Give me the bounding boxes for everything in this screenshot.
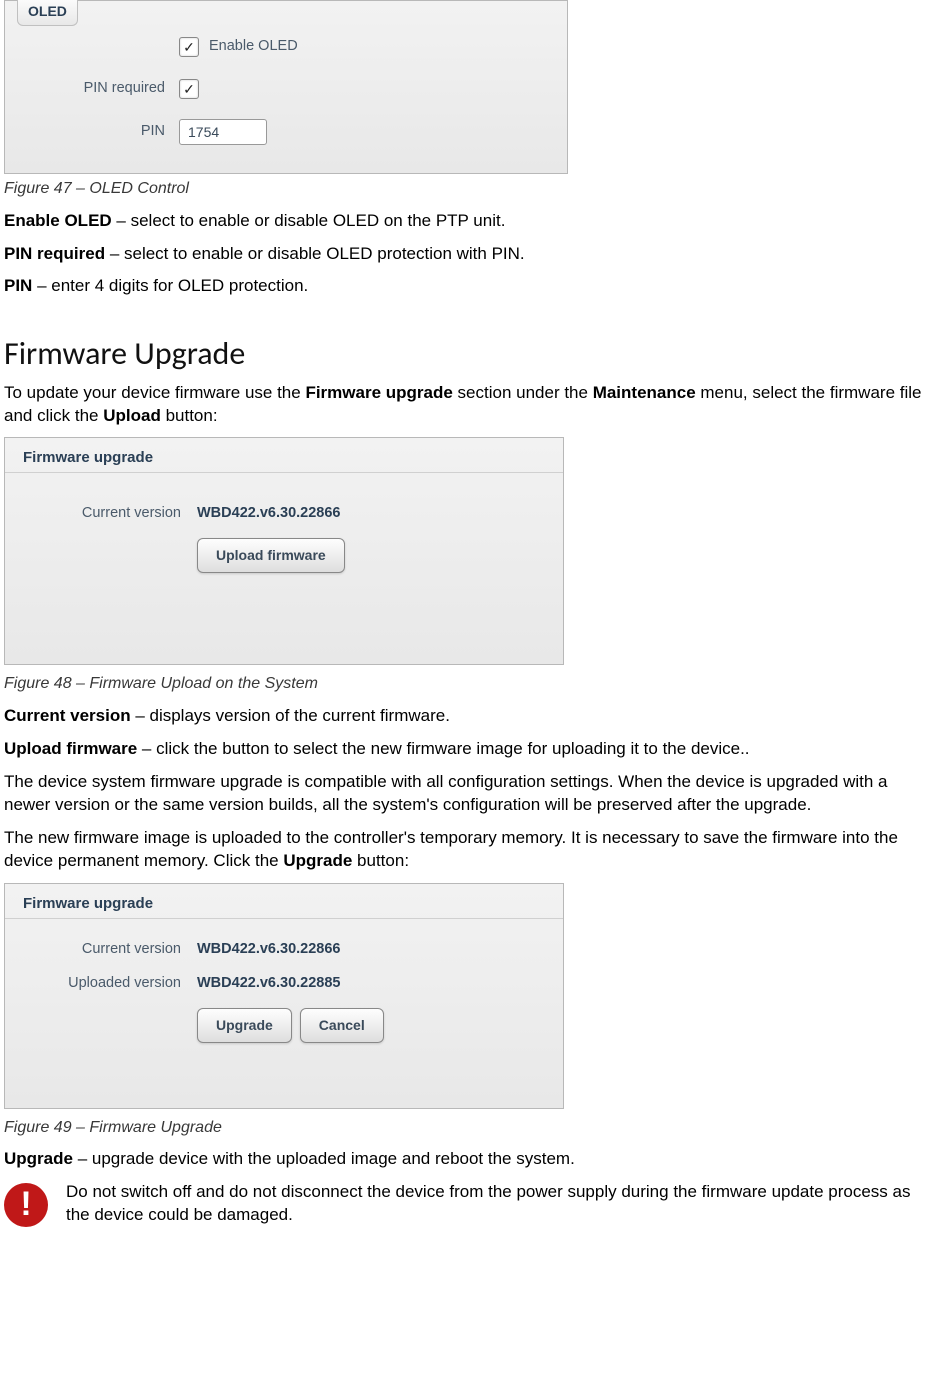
fw-intro-text-4: button: xyxy=(161,406,218,425)
pin-required-checkbox[interactable]: ✓ xyxy=(179,79,199,99)
current-version-value-2: WBD422.v6.30.22866 xyxy=(197,940,341,960)
firmware-intro-paragraph: To update your device firmware use the F… xyxy=(4,382,933,428)
temp-bold-1: Upgrade xyxy=(283,851,352,870)
figure-49-panel: Firmware upgrade Current version WBD422.… xyxy=(4,883,564,1109)
temp-memory-paragraph: The new firmware image is uploaded to th… xyxy=(4,827,933,873)
firmware-upgrade-panel-title-2: Firmware upgrade xyxy=(23,894,153,914)
firmware-upgrade-heading: Firmware Upgrade xyxy=(4,332,933,375)
figure-48-panel: Firmware upgrade Current version WBD422.… xyxy=(4,437,564,665)
upgrade-button[interactable]: Upgrade xyxy=(197,1008,292,1043)
warning-block: ! Do not switch off and do not disconnec… xyxy=(4,1181,933,1227)
upload-firmware-button[interactable]: Upload firmware xyxy=(197,538,345,573)
pin-required-label: PIN required xyxy=(5,79,179,99)
oled-panel-title: OLED xyxy=(17,0,78,26)
current-version-term: Current version xyxy=(4,706,131,725)
compat-paragraph: The device system firmware upgrade is co… xyxy=(4,771,933,817)
pin-desc: – enter 4 digits for OLED protection. xyxy=(32,276,308,295)
fw-intro-bold-2: Maintenance xyxy=(593,383,696,402)
upload-firmware-term: Upload firmware xyxy=(4,739,137,758)
cancel-button[interactable]: Cancel xyxy=(300,1008,384,1043)
figure-48-caption: Figure 48 – Firmware Upload on the Syste… xyxy=(4,673,937,695)
pin-required-definition: PIN required – select to enable or disab… xyxy=(4,243,933,266)
enable-oled-checkbox[interactable]: ✓ xyxy=(179,37,199,57)
fw-intro-text-2: section under the xyxy=(453,383,593,402)
figure-49-caption: Figure 49 – Firmware Upgrade xyxy=(4,1117,937,1139)
enable-oled-label: Enable OLED xyxy=(199,37,298,57)
figure-47-panel: OLED ✓ Enable OLED PIN required ✓ PIN xyxy=(4,0,568,174)
pin-label: PIN xyxy=(5,122,179,142)
current-version-desc: – displays version of the current firmwa… xyxy=(131,706,450,725)
warning-text: Do not switch off and do not disconnect … xyxy=(66,1181,933,1227)
enable-oled-term: Enable OLED xyxy=(4,211,112,230)
current-version-definition: Current version – displays version of th… xyxy=(4,705,933,728)
upgrade-term: Upgrade xyxy=(4,1149,73,1168)
upload-firmware-desc: – click the button to select the new fir… xyxy=(137,739,749,758)
pin-required-term: PIN required xyxy=(4,244,105,263)
enable-oled-definition: Enable OLED – select to enable or disabl… xyxy=(4,210,933,233)
warning-icon: ! xyxy=(4,1183,48,1227)
pin-input[interactable] xyxy=(179,119,267,145)
panel-divider-2 xyxy=(5,918,563,919)
upload-firmware-definition: Upload firmware – click the button to se… xyxy=(4,738,933,761)
current-version-value: WBD422.v6.30.22866 xyxy=(197,504,341,524)
enable-oled-desc: – select to enable or disable OLED on th… xyxy=(112,211,506,230)
pin-required-desc: – select to enable or disable OLED prote… xyxy=(105,244,525,263)
upgrade-desc: – upgrade device with the uploaded image… xyxy=(73,1149,575,1168)
pin-definition: PIN – enter 4 digits for OLED protection… xyxy=(4,275,933,298)
uploaded-version-label: Uploaded version xyxy=(5,974,197,994)
figure-47-caption: Figure 47 – OLED Control xyxy=(4,178,937,200)
temp-text-2: button: xyxy=(352,851,409,870)
uploaded-version-value: WBD422.v6.30.22885 xyxy=(197,974,341,994)
firmware-upgrade-panel-title: Firmware upgrade xyxy=(23,448,153,468)
fw-intro-bold-3: Upload xyxy=(103,406,161,425)
fw-intro-text-1: To update your device firmware use the xyxy=(4,383,305,402)
panel-divider xyxy=(5,472,563,473)
current-version-label: Current version xyxy=(5,504,197,524)
fw-intro-bold-1: Firmware upgrade xyxy=(305,383,452,402)
pin-term: PIN xyxy=(4,276,32,295)
current-version-label-2: Current version xyxy=(5,940,197,960)
upgrade-definition: Upgrade – upgrade device with the upload… xyxy=(4,1148,933,1171)
temp-text-1: The new firmware image is uploaded to th… xyxy=(4,828,898,870)
